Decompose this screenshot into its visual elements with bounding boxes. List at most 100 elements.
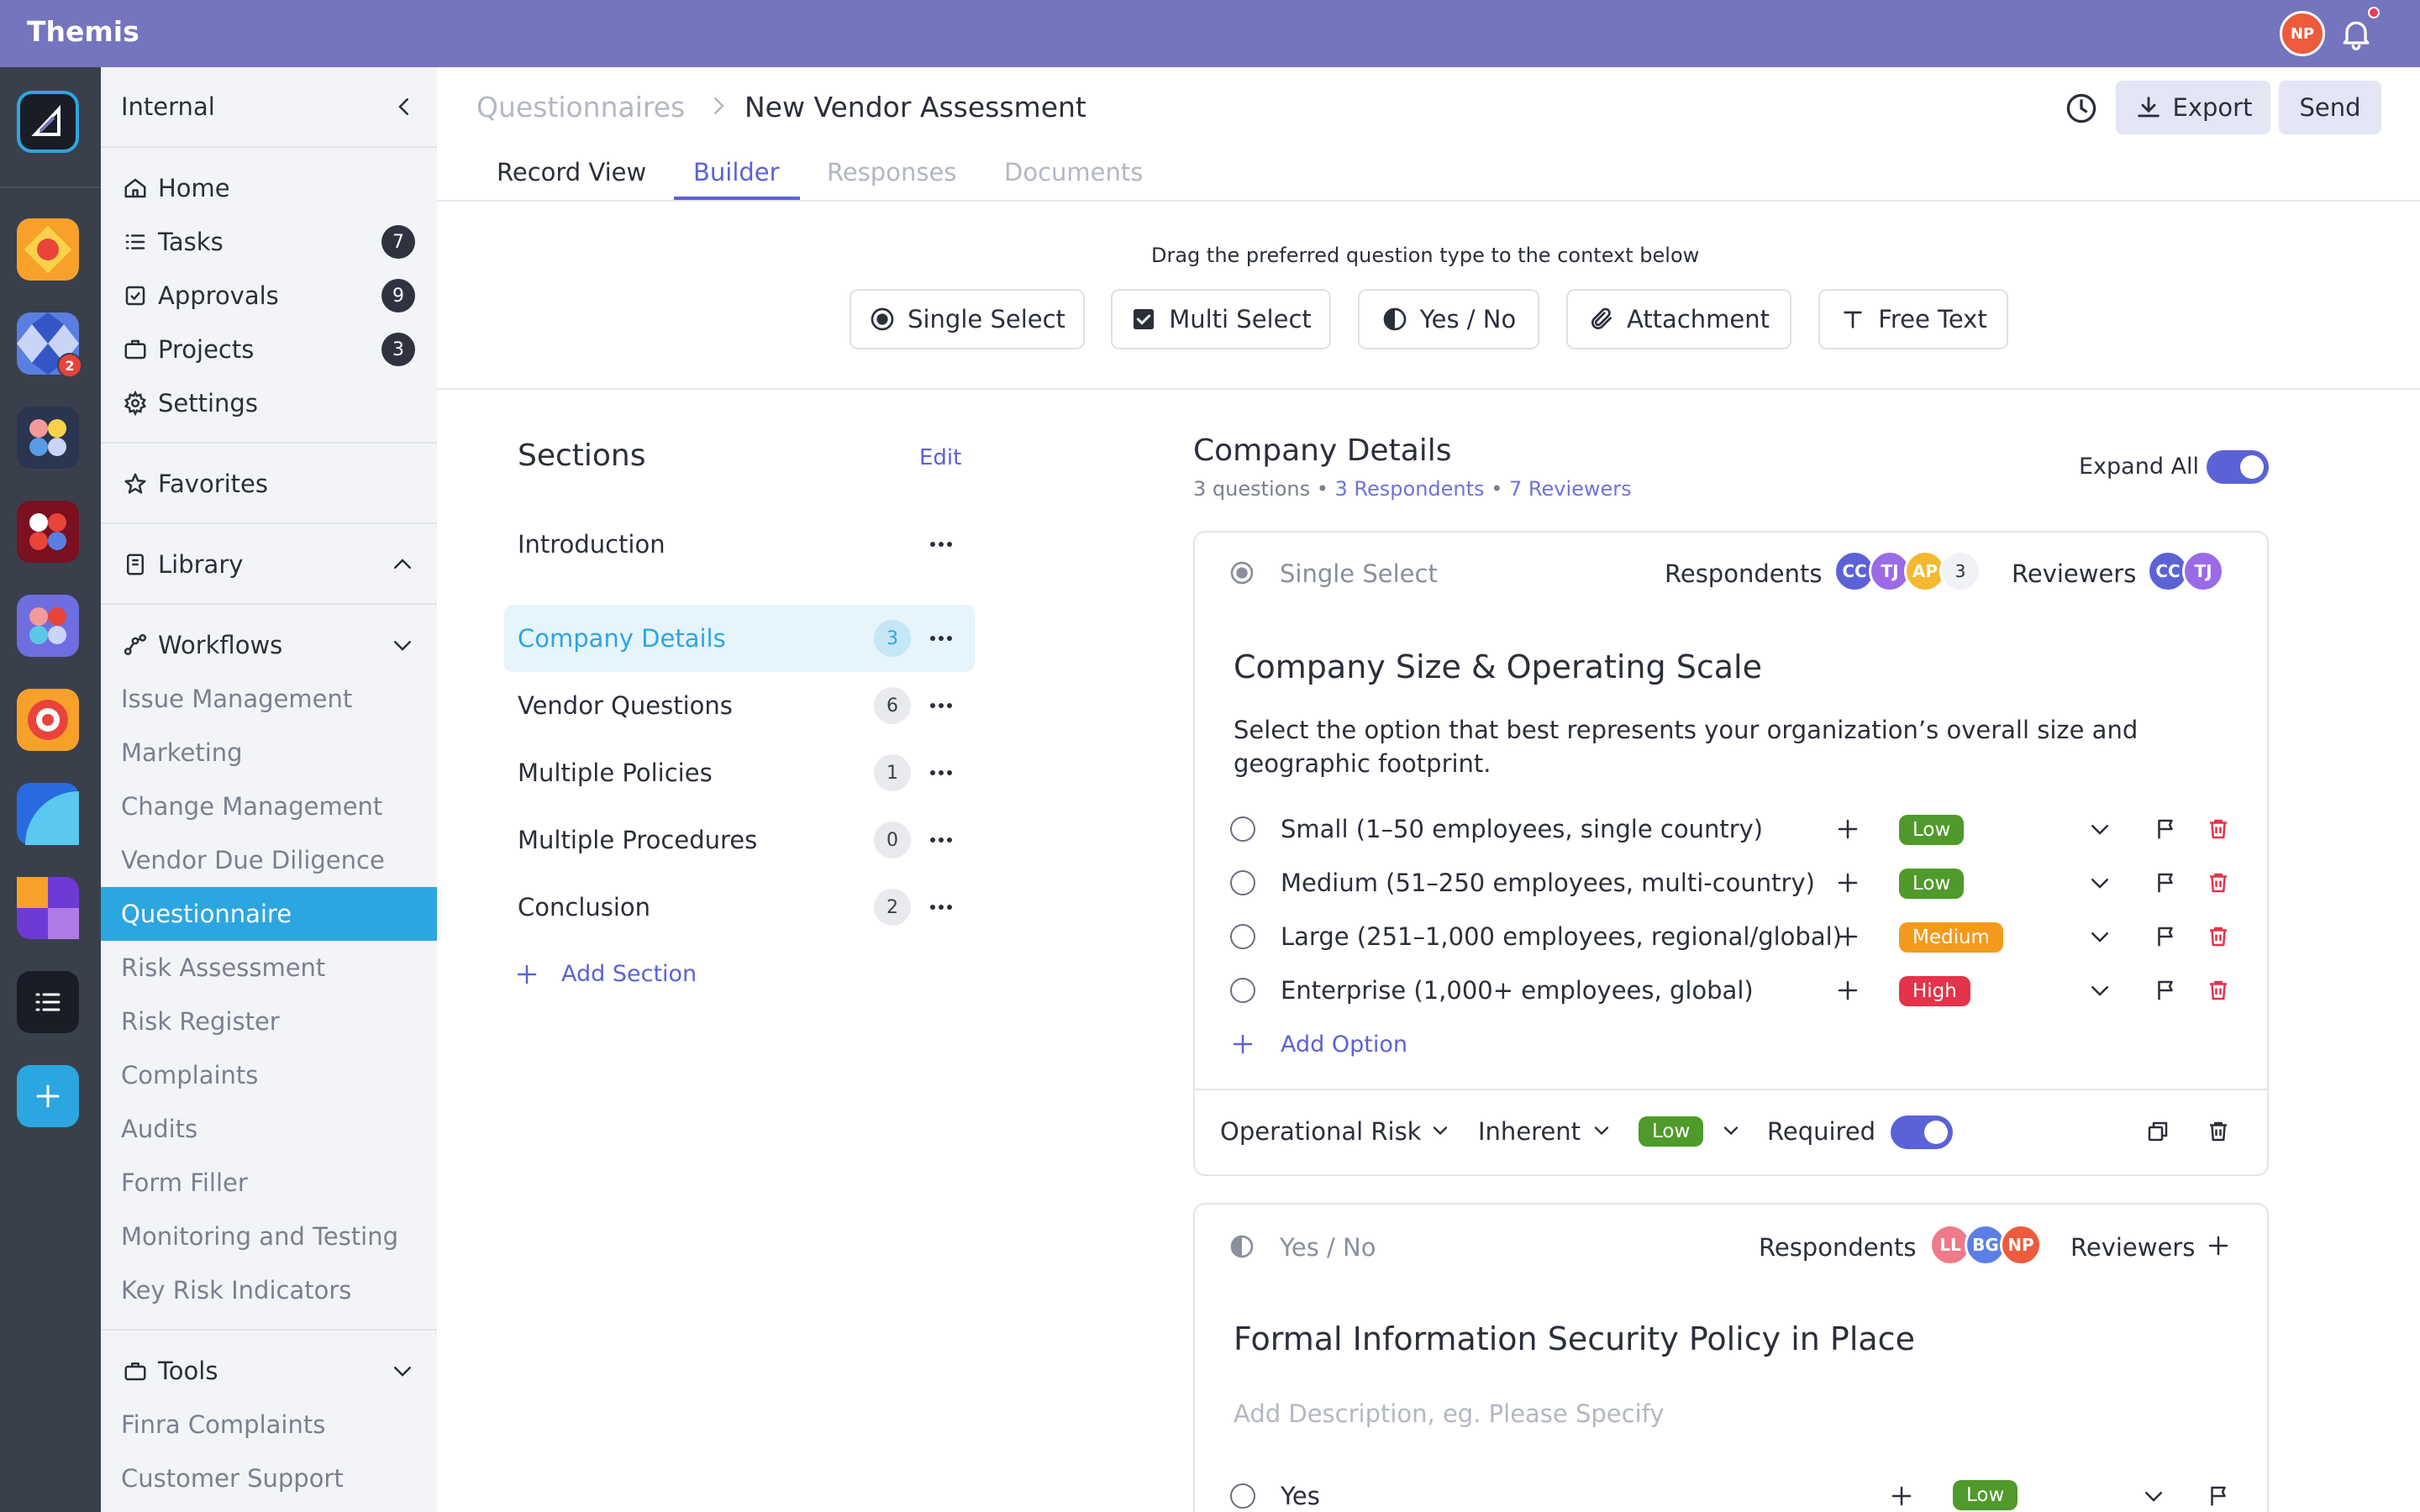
tool-item[interactable]: Finra Complaints: [101, 1398, 437, 1452]
app-shapes-blue-icon[interactable]: [17, 407, 79, 469]
chevron-down-icon[interactable]: [390, 1358, 415, 1383]
sidebar-item-projects[interactable]: Projects 3: [101, 323, 437, 376]
question-type-yes-no[interactable]: Yes / No: [1358, 289, 1539, 349]
sidebar-item-library[interactable]: Library: [101, 538, 437, 591]
app-target-icon[interactable]: [17, 689, 79, 751]
add-option-button[interactable]: Add Option: [1281, 1032, 1407, 1058]
workflow-item[interactable]: Change Management: [101, 780, 437, 833]
option-label[interactable]: Yes: [1281, 1482, 1320, 1510]
workflow-item[interactable]: Audits: [101, 1102, 437, 1156]
trash-icon[interactable]: [2206, 870, 2231, 895]
question-description-line[interactable]: geographic footprint.: [1234, 746, 1491, 781]
sidebar-item-workflows[interactable]: Workflows: [101, 618, 437, 672]
sidebar-item-favorites[interactable]: Favorites: [101, 457, 437, 511]
workflow-item[interactable]: Monitoring and Testing: [101, 1210, 437, 1263]
chevron-down-icon[interactable]: [2087, 816, 2112, 842]
sidebar-item-approvals[interactable]: Approvals 9: [101, 269, 437, 323]
app-list-icon[interactable]: [17, 971, 79, 1033]
respondents-link[interactable]: 3 Respondents: [1335, 477, 1485, 501]
workflow-item[interactable]: Form Filler: [101, 1156, 437, 1210]
workflow-item[interactable]: Key Risk Indicators: [101, 1263, 437, 1317]
trash-icon[interactable]: [2206, 1119, 2231, 1144]
chevron-down-icon[interactable]: [1590, 1119, 1613, 1142]
option-radio[interactable]: [1230, 978, 1255, 1003]
more-options-icon[interactable]: [926, 892, 956, 922]
option-radio[interactable]: [1230, 870, 1255, 895]
tool-item[interactable]: Customer Support: [101, 1452, 437, 1505]
workflow-item[interactable]: Issue Management: [101, 672, 437, 726]
app-quarter-icon[interactable]: [17, 783, 79, 845]
section-item-company-details[interactable]: Company Details 3: [504, 605, 975, 672]
sidebar-item-tasks[interactable]: Tasks 7: [101, 215, 437, 269]
tab-documents[interactable]: Documents: [1004, 158, 1143, 186]
tab-builder[interactable]: Builder: [693, 158, 780, 186]
edit-sections-link[interactable]: Edit: [919, 445, 961, 470]
reviewers-link[interactable]: 7 Reviewers: [1509, 477, 1632, 501]
more-options-icon[interactable]: [926, 758, 956, 788]
flag-icon[interactable]: [2153, 978, 2178, 1003]
trash-icon[interactable]: [2206, 816, 2231, 842]
more-options-icon[interactable]: [926, 825, 956, 855]
add-reviewer-icon[interactable]: [2206, 1233, 2231, 1258]
workflow-item-active[interactable]: Questionnaire: [101, 887, 437, 941]
chevron-down-icon[interactable]: [2087, 870, 2112, 895]
plus-icon[interactable]: [1835, 816, 1860, 842]
workflow-item[interactable]: Complaints: [101, 1048, 437, 1102]
tab-responses[interactable]: Responses: [827, 158, 956, 186]
risk-pill[interactable]: High: [1899, 976, 1970, 1006]
option-label[interactable]: Large (251–1,000 employees, regional/glo…: [1281, 922, 1842, 951]
collapse-sidebar-icon[interactable]: [392, 92, 417, 121]
app-diamond-icon[interactable]: [17, 218, 79, 281]
breadcrumb-parent[interactable]: Questionnaires: [476, 91, 685, 123]
question-description-line[interactable]: Select the option that best represents y…: [1234, 712, 2138, 748]
risk-pill[interactable]: Low: [1899, 869, 1965, 899]
question-title[interactable]: Formal Information Security Policy in Pl…: [1234, 1320, 1915, 1357]
chevron-down-icon[interactable]: [2087, 924, 2112, 949]
workflow-item[interactable]: Risk Register: [101, 995, 437, 1048]
option-radio[interactable]: [1230, 816, 1255, 842]
question-type-attachment[interactable]: Attachment: [1566, 289, 1791, 349]
flag-icon[interactable]: [2153, 816, 2178, 842]
chevron-up-icon[interactable]: [390, 552, 415, 577]
tab-record-view[interactable]: Record View: [497, 158, 646, 186]
flag-icon[interactable]: [2153, 870, 2178, 895]
option-label[interactable]: Enterprise (1,000+ employees, global): [1281, 976, 1754, 1005]
chevron-down-icon[interactable]: [1719, 1119, 1743, 1142]
flag-icon[interactable]: [2153, 924, 2178, 949]
bell-icon[interactable]: [2338, 15, 2375, 52]
section-item-conclusion[interactable]: Conclusion 2: [504, 874, 975, 941]
chevron-down-icon[interactable]: [390, 633, 415, 658]
option-radio[interactable]: [1230, 924, 1255, 949]
plus-icon[interactable]: [1835, 924, 1860, 949]
app-shapes-purple-icon[interactable]: [17, 595, 79, 657]
risk-type-select[interactable]: Operational Risk: [1220, 1117, 1421, 1146]
section-item-vendor-questions[interactable]: Vendor Questions 6: [504, 672, 975, 739]
question-type-multi-select[interactable]: Multi Select: [1111, 289, 1331, 349]
trash-icon[interactable]: [2206, 924, 2231, 949]
reviewer-avatar[interactable]: TJ: [2182, 550, 2224, 592]
more-options-icon[interactable]: [926, 529, 956, 559]
add-app-icon[interactable]: [17, 1065, 79, 1127]
chevron-down-icon[interactable]: [2087, 978, 2112, 1003]
sidebar-item-settings[interactable]: Settings: [101, 376, 437, 430]
themis-logo-icon[interactable]: [17, 91, 79, 153]
risk-pill[interactable]: Low: [1953, 1480, 2018, 1510]
chevron-down-icon[interactable]: [2141, 1483, 2166, 1509]
sidebar-item-tools[interactable]: Tools: [101, 1344, 437, 1398]
question-description-placeholder[interactable]: Add Description, eg. Please Specify: [1234, 1399, 1665, 1428]
workflow-item[interactable]: Risk Assessment: [101, 941, 437, 995]
history-icon[interactable]: [2063, 90, 2100, 127]
more-options-icon[interactable]: [926, 690, 956, 721]
flag-icon[interactable]: [2206, 1483, 2231, 1509]
risk-level-pill[interactable]: Low: [1639, 1116, 1704, 1147]
chevron-down-icon[interactable]: [1428, 1119, 1452, 1142]
app-grid-icon[interactable]: [17, 877, 79, 939]
export-button[interactable]: Export: [2116, 81, 2270, 134]
add-section-button[interactable]: Add Section: [514, 961, 697, 987]
plus-icon[interactable]: [1835, 978, 1860, 1003]
trash-icon[interactable]: [2206, 978, 2231, 1003]
respondent-more-count[interactable]: 3: [1939, 550, 1981, 592]
workflow-item[interactable]: Vendor Due Diligence: [101, 833, 437, 887]
option-label[interactable]: Small (1–50 employees, single country): [1281, 815, 1763, 843]
user-avatar[interactable]: NP: [2280, 11, 2325, 56]
